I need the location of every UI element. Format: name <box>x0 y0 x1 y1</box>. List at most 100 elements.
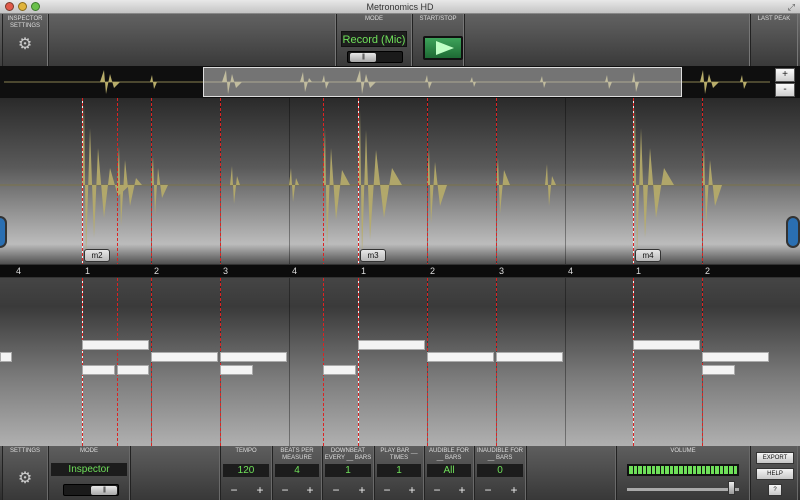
note-block[interactable] <box>220 352 287 362</box>
top-toolbar: INSPECTOR SETTINGS ⚙ MODE Record (Mic) |… <box>0 14 800 66</box>
downbeat-decrement-button[interactable]: − <box>329 483 343 497</box>
top-spacer-panel <box>48 14 336 66</box>
measure-marker[interactable]: m2 <box>84 249 110 262</box>
window-title: Metronomics HD <box>366 2 434 12</box>
play-button[interactable] <box>423 36 463 60</box>
fullscreen-icon[interactable]: ⤢ <box>788 2 795 12</box>
zoom-in-button[interactable]: + <box>775 68 795 82</box>
zoom-window-button[interactable] <box>31 2 40 11</box>
beats-per-measure-label: BEATS PER MEASURE <box>280 448 314 461</box>
note-block[interactable] <box>151 352 218 362</box>
audible-increment-button[interactable]: + <box>455 483 469 497</box>
bottom-toolbar: SETTINGS ⚙ MODE Inspector |||| TEMPO 120… <box>0 446 800 500</box>
inaudible-decrement-button[interactable]: − <box>481 483 495 497</box>
tempo-increment-button[interactable]: + <box>253 483 267 497</box>
beat-ruler: 4 1 2 3 4 1 2 3 4 1 2 <box>0 264 800 278</box>
note-block[interactable] <box>323 365 356 375</box>
minimize-window-button[interactable] <box>18 2 27 11</box>
measure-marker[interactable]: m3 <box>360 249 386 262</box>
zoom-out-button[interactable]: - <box>775 83 795 97</box>
note-block[interactable] <box>117 365 149 375</box>
title-bar: Metronomics HD ⤢ <box>0 0 800 14</box>
play-bar-increment-button[interactable]: + <box>405 483 419 497</box>
note-block[interactable] <box>82 340 149 350</box>
timeline-area[interactable]: m2 m3 m4 4 1 2 3 4 1 2 3 4 1 2 <box>0 98 800 446</box>
help-button[interactable]: HELP <box>756 468 794 480</box>
ruler-number: 1 <box>636 266 642 276</box>
ruler-number: 2 <box>430 266 436 276</box>
mode-display: Record (Mic) <box>341 31 407 47</box>
note-block[interactable] <box>358 340 425 350</box>
scroll-left-handle[interactable] <box>0 216 7 248</box>
beats-per-measure-value: 4 <box>275 464 319 477</box>
overview-waveform[interactable]: + - <box>0 66 800 98</box>
ruler-number: 1 <box>361 266 367 276</box>
note-block[interactable] <box>702 365 735 375</box>
volume-slider-track[interactable] <box>627 488 739 491</box>
start-stop-panel: START/STOP <box>412 14 464 66</box>
downbeat-label: DOWNBEAT EVERY __ BARS <box>324 448 372 461</box>
settings-panel[interactable]: SETTINGS ⚙ <box>2 446 48 500</box>
note-block[interactable] <box>427 352 494 362</box>
note-block[interactable] <box>82 365 115 375</box>
ruler-number: 2 <box>154 266 160 276</box>
settings-label: SETTINGS <box>9 448 40 454</box>
bottom-spacer-panel-2 <box>526 446 616 500</box>
note-block[interactable] <box>0 352 12 362</box>
audible-label: AUDIBLE FOR __ BARS <box>428 448 469 461</box>
play-bar-panel: PLAY BAR __ TIMES 1 − + <box>374 446 424 500</box>
beats-decrement-button[interactable]: − <box>278 483 292 497</box>
audible-value: All <box>427 464 471 477</box>
downbeat-panel: DOWNBEAT EVERY __ BARS 1 − + <box>322 446 374 500</box>
play-bar-value: 1 <box>377 464 421 477</box>
inaudible-label: INAUDIBLE FOR __ BARS <box>476 448 523 461</box>
ruler-number: 4 <box>292 266 298 276</box>
downbeat-increment-button[interactable]: + <box>355 483 369 497</box>
inaudible-value: 0 <box>477 464 523 477</box>
bottom-mode-display: Inspector <box>51 463 127 476</box>
note-block[interactable] <box>633 340 700 350</box>
ruler-number: 2 <box>705 266 711 276</box>
note-block[interactable] <box>496 352 563 362</box>
ruler-number: 1 <box>85 266 91 276</box>
beats-increment-button[interactable]: + <box>303 483 317 497</box>
start-stop-label: START/STOP <box>419 16 457 22</box>
inaudible-increment-button[interactable]: + <box>507 483 521 497</box>
bottom-mode-toggle[interactable]: |||| <box>63 484 119 496</box>
export-help-panel: EXPORT HELP ? <box>750 446 798 500</box>
play-icon <box>436 41 454 55</box>
tempo-panel: TEMPO 120 − + <box>220 446 272 500</box>
toggle-knob[interactable]: |||| <box>91 486 117 495</box>
beats-per-measure-panel: BEATS PER MEASURE 4 − + <box>272 446 322 500</box>
bottom-mode-label: MODE <box>80 448 98 454</box>
bottom-mode-panel: MODE Inspector |||| <box>48 446 130 500</box>
audible-panel: AUDIBLE FOR __ BARS All − + <box>424 446 474 500</box>
toggle-knob[interactable]: |||| <box>350 53 376 62</box>
question-button[interactable]: ? <box>768 484 782 496</box>
bottom-spacer-panel <box>130 446 220 500</box>
audible-decrement-button[interactable]: − <box>430 483 444 497</box>
scroll-right-handle[interactable] <box>786 216 800 248</box>
note-block[interactable] <box>702 352 769 362</box>
export-button[interactable]: EXPORT <box>756 452 794 464</box>
measure-marker[interactable]: m4 <box>635 249 661 262</box>
tempo-value: 120 <box>223 464 269 477</box>
note-block[interactable] <box>220 365 253 375</box>
visible-range-window[interactable] <box>203 67 682 97</box>
gear-icon[interactable]: ⚙ <box>3 34 47 54</box>
last-peak-label: LAST PEAK <box>757 16 791 22</box>
volume-label: VOLUME <box>670 448 696 454</box>
volume-meter <box>627 464 739 476</box>
mode-toggle[interactable]: |||| <box>347 51 403 63</box>
ruler-number: 3 <box>499 266 505 276</box>
inspector-settings-panel[interactable]: INSPECTOR SETTINGS ⚙ <box>2 14 48 66</box>
volume-slider-knob[interactable] <box>728 481 735 495</box>
close-window-button[interactable] <box>5 2 14 11</box>
gear-icon[interactable]: ⚙ <box>3 468 47 488</box>
play-bar-decrement-button[interactable]: − <box>380 483 394 497</box>
mode-label: MODE <box>365 16 383 22</box>
last-peak-panel: LAST PEAK <box>750 14 798 66</box>
tempo-decrement-button[interactable]: − <box>227 483 241 497</box>
waveform-svg <box>0 104 800 258</box>
ruler-number: 4 <box>16 266 22 276</box>
